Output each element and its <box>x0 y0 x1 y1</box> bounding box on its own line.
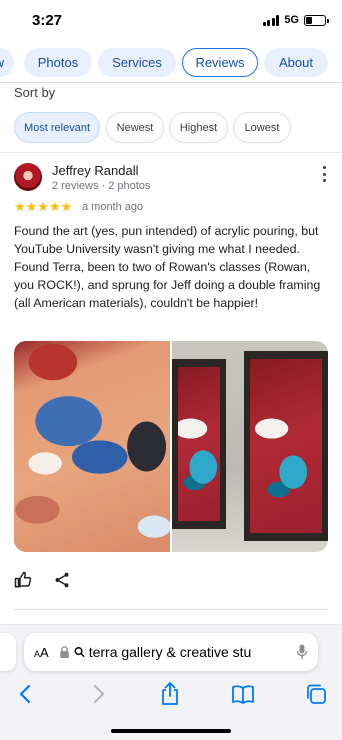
search-icon <box>74 647 85 658</box>
sort-chip-most-relevant[interactable]: Most relevant <box>14 112 100 143</box>
tabs-icon[interactable] <box>303 681 329 707</box>
back-icon[interactable] <box>12 681 38 707</box>
share-icon[interactable] <box>53 571 71 589</box>
safari-bottom-bar: AA terra gallery & creative stu <box>0 624 342 740</box>
sort-chip-lowest[interactable]: Lowest <box>233 112 291 143</box>
tab-services[interactable]: Services <box>98 48 176 77</box>
network-type: 5G <box>284 14 299 26</box>
tab-about[interactable]: About <box>264 48 328 77</box>
sort-by-label: Sort by <box>14 85 56 100</box>
url-text[interactable]: terra gallery & creative stu <box>89 644 292 660</box>
reviewer-avatar[interactable] <box>14 163 42 191</box>
review-text: Found the art (yes, pun intended) of acr… <box>14 224 321 310</box>
section-divider <box>0 152 342 153</box>
battery-level <box>306 16 313 24</box>
text-size-button[interactable]: AA <box>34 645 49 660</box>
tab-overview[interactable]: w <box>0 48 14 77</box>
status-time: 3:27 <box>32 12 63 29</box>
share-sheet-icon[interactable] <box>157 681 183 707</box>
more-options-icon[interactable] <box>320 166 328 182</box>
review-divider <box>14 609 328 610</box>
place-tabs: w Photos Services Reviews About <box>0 48 342 80</box>
reviewer-name[interactable]: Jeffrey Randall <box>52 163 138 178</box>
review-photos <box>14 341 328 552</box>
browser-toolbar <box>0 681 342 711</box>
tab-reviews[interactable]: Reviews <box>182 48 258 77</box>
sort-chip-highest[interactable]: Highest <box>169 112 228 143</box>
status-indicators: 5G <box>262 14 329 26</box>
reviewer-meta: 2 reviews · 2 photos <box>52 180 151 192</box>
home-indicator <box>111 729 231 733</box>
bookmarks-icon[interactable] <box>230 681 256 707</box>
cellular-signal-icon <box>262 14 280 26</box>
frame-right <box>244 351 328 541</box>
tab-photos[interactable]: Photos <box>24 48 92 77</box>
frame-left <box>172 359 226 529</box>
star-rating: ★★★★★ <box>14 199 73 214</box>
thumb-up-icon[interactable] <box>14 571 32 589</box>
review-photo-framed-art[interactable] <box>172 341 328 552</box>
review-photo-acrylic-pour[interactable] <box>14 341 170 552</box>
status-bar: 3:27 5G <box>0 0 342 42</box>
lock-icon <box>59 646 69 658</box>
sort-chip-newest[interactable]: Newest <box>106 112 164 143</box>
microphone-icon[interactable] <box>296 644 308 660</box>
address-bar[interactable]: AA terra gallery & creative stu <box>24 633 318 671</box>
previous-tab-preview[interactable] <box>0 633 16 671</box>
tabs-divider <box>0 82 342 83</box>
review-date: a month ago <box>82 201 144 213</box>
forward-icon[interactable] <box>86 681 112 707</box>
battery-icon <box>304 14 329 26</box>
